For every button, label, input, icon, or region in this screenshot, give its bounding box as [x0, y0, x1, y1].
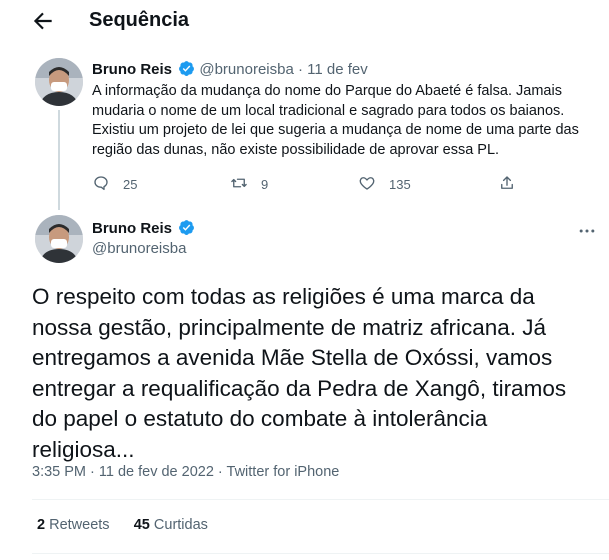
- reply-icon: [92, 174, 123, 195]
- reply-button[interactable]: 25: [92, 174, 137, 195]
- divider: [32, 499, 609, 500]
- retweet-label: Retweets: [49, 517, 110, 533]
- back-arrow-icon[interactable]: [30, 8, 56, 34]
- like-label: Curtidas: [153, 517, 208, 533]
- divider: [32, 553, 609, 554]
- retweet-icon: [230, 174, 261, 195]
- page-title: Sequência: [89, 9, 190, 31]
- share-icon: [498, 174, 529, 195]
- page-header: Sequência: [0, 0, 609, 44]
- reply-count: 25: [123, 177, 138, 192]
- like-icon: [358, 174, 389, 195]
- tweet-date[interactable]: 11 de fev: [307, 61, 368, 78]
- retweet-button[interactable]: 9: [230, 174, 268, 195]
- author-name[interactable]: Bruno Reis: [92, 219, 195, 237]
- retweet-count: 9: [261, 177, 269, 192]
- tweet-timestamp[interactable]: 3:35 PM · 11 de fev de 2022 · Twitter fo…: [32, 464, 339, 480]
- retweet-count: 2: [37, 517, 46, 533]
- tweet-actions: 25 9 135: [92, 174, 522, 194]
- separator: ·: [297, 61, 303, 78]
- verified-badge-icon: [178, 219, 195, 236]
- likes-stat[interactable]: 45 Curtidas: [134, 517, 208, 533]
- retweets-stat[interactable]: 2 Retweets: [37, 517, 110, 533]
- author-handle[interactable]: @brunoreisba: [92, 240, 186, 257]
- tweet-text: O respeito com todas as religiões é uma …: [32, 284, 567, 462]
- like-button[interactable]: 135: [358, 174, 411, 195]
- tweet-stats: 2 Retweets 45 Curtidas: [37, 517, 208, 533]
- verified-badge-icon: [178, 60, 195, 77]
- tweet-text: A informação da mudança do nome do Parqu…: [92, 83, 579, 158]
- author-name[interactable]: Bruno Reis: [92, 61, 172, 78]
- share-button[interactable]: [498, 174, 529, 195]
- thread-line: [58, 110, 60, 210]
- author-handle[interactable]: @brunoreisba: [199, 61, 293, 78]
- author-name-text: Bruno Reis: [92, 220, 173, 237]
- like-count: 45: [133, 517, 150, 533]
- avatar[interactable]: [35, 215, 83, 263]
- like-count: 135: [389, 177, 411, 192]
- avatar[interactable]: [35, 58, 83, 106]
- more-icon[interactable]: [577, 221, 597, 241]
- tweet-header: Bruno Reis @brunoreisba · 11 de fev: [92, 60, 368, 78]
